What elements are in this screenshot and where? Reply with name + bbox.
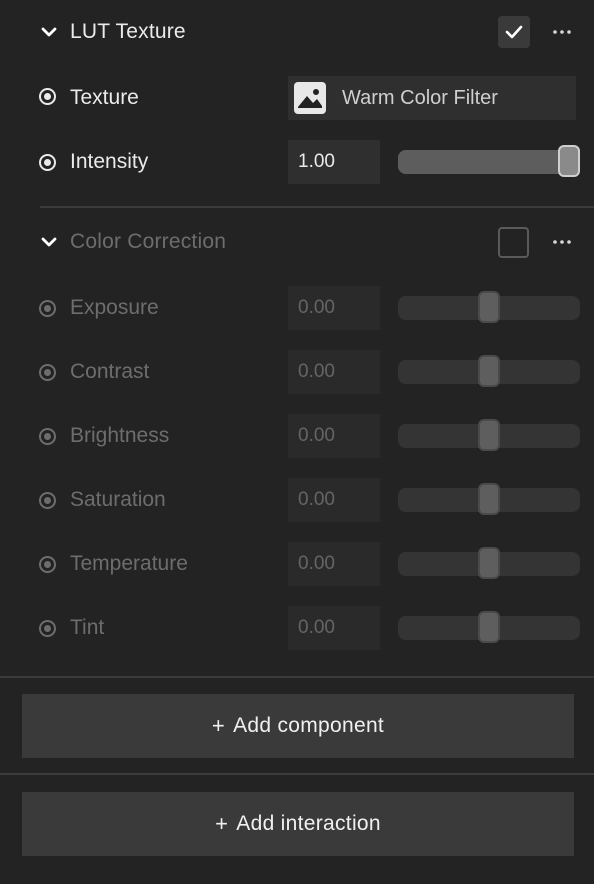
value-input[interactable]: 0.00 (288, 478, 380, 522)
color-row-exposure: Exposure 0.00 (0, 286, 594, 330)
row-label: Brightness (70, 424, 170, 447)
chevron-down-icon[interactable] (40, 23, 58, 41)
divider (40, 206, 594, 208)
intensity-slider[interactable] (398, 145, 580, 177)
keyframe-dot-icon[interactable] (39, 154, 56, 171)
texture-row: Texture Warm Color Filter (0, 76, 594, 120)
slider-fill (398, 424, 489, 448)
lut-texture-header[interactable]: LUT Texture (0, 12, 594, 52)
row-label: Temperature (70, 552, 188, 575)
keyframe-dot-icon[interactable] (39, 556, 56, 573)
intensity-label: Intensity (70, 150, 149, 173)
slider-thumb[interactable] (478, 419, 500, 451)
slider-thumb[interactable] (478, 611, 500, 643)
add-interaction-button[interactable]: + Add interaction (22, 792, 574, 856)
keyframe-dot-icon[interactable] (39, 364, 56, 381)
slider-fill (398, 150, 569, 174)
color-row-temperature: Temperature 0.00 (0, 542, 594, 586)
keyframe-dot-icon[interactable] (39, 428, 56, 445)
intensity-row: Intensity 1.00 (0, 140, 594, 184)
value-slider[interactable] (398, 419, 580, 451)
color-row-tint: Tint 0.00 (0, 606, 594, 650)
slider-fill (398, 296, 489, 320)
checkmark-icon (505, 25, 523, 39)
chevron-down-icon[interactable] (40, 233, 58, 251)
value-input[interactable]: 0.00 (288, 542, 380, 586)
ellipsis-icon[interactable] (550, 22, 574, 42)
row-label: Exposure (70, 296, 159, 319)
value-slider[interactable] (398, 547, 580, 579)
value-input[interactable]: 0.00 (288, 286, 380, 330)
row-label: Tint (70, 616, 105, 639)
slider-fill (398, 552, 489, 576)
add-component-label: Add component (233, 714, 385, 737)
section-title: Color Correction (70, 230, 227, 253)
row-label: Contrast (70, 360, 150, 383)
value-slider[interactable] (398, 483, 580, 515)
slider-thumb[interactable] (478, 547, 500, 579)
color-row-brightness: Brightness 0.00 (0, 414, 594, 458)
slider-thumb[interactable] (478, 291, 500, 323)
value-input[interactable]: 0.00 (288, 414, 380, 458)
divider (0, 676, 594, 678)
value-slider[interactable] (398, 355, 580, 387)
enable-checkbox[interactable] (498, 16, 530, 48)
slider-fill (398, 616, 489, 640)
section-title: LUT Texture (70, 20, 186, 43)
texture-value: Warm Color Filter (342, 86, 498, 109)
texture-picker[interactable]: Warm Color Filter (288, 76, 576, 120)
slider-thumb[interactable] (558, 145, 580, 177)
plus-icon: + (211, 713, 226, 738)
value-slider[interactable] (398, 291, 580, 323)
slider-thumb[interactable] (478, 355, 500, 387)
add-component-button[interactable]: + Add component (22, 694, 574, 758)
color-row-contrast: Contrast 0.00 (0, 350, 594, 394)
plus-icon: + (215, 811, 229, 836)
slider-fill (398, 488, 489, 512)
image-icon (294, 82, 326, 114)
row-label: Saturation (70, 488, 166, 511)
color-correction-header[interactable]: Color Correction (0, 222, 594, 262)
value-slider[interactable] (398, 611, 580, 643)
slider-thumb[interactable] (478, 483, 500, 515)
value-input[interactable]: 0.00 (288, 606, 380, 650)
add-interaction-label: Add interaction (236, 812, 381, 835)
slider-fill (398, 360, 489, 384)
keyframe-dot-icon[interactable] (39, 620, 56, 637)
keyframe-dot-icon[interactable] (39, 300, 56, 317)
texture-label: Texture (70, 86, 139, 109)
keyframe-dot-icon[interactable] (39, 492, 56, 509)
divider (0, 773, 594, 775)
ellipsis-icon[interactable] (550, 232, 574, 252)
value-input[interactable]: 0.00 (288, 350, 380, 394)
keyframe-dot-icon[interactable] (39, 88, 56, 105)
enable-checkbox[interactable] (498, 226, 529, 258)
color-row-saturation: Saturation 0.00 (0, 478, 594, 522)
intensity-input[interactable]: 1.00 (288, 140, 380, 184)
